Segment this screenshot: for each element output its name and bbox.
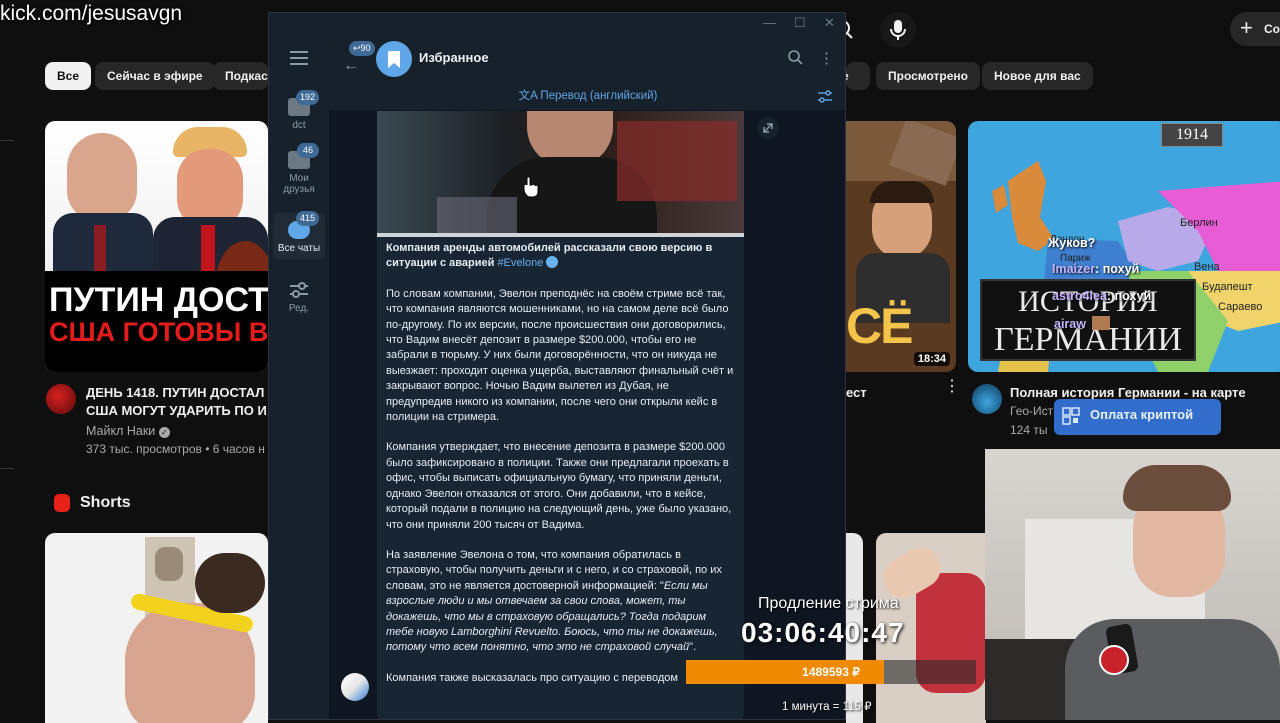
donate-label: Оплата криптой [1090,407,1194,422]
stream-chat-message: Imaizer: похуй [1052,262,1140,276]
qr-icon [1062,407,1080,425]
message-video[interactable] [377,111,744,237]
map-label: Вена [1194,261,1220,273]
video-meta: 124 ты [1010,423,1048,437]
microphone-icon [890,20,906,40]
chip-watched[interactable]: Просмотрено [876,62,981,90]
expand-icon[interactable] [757,117,779,139]
video-thumbnail-1[interactable]: ПУТИН ДОСТ США ГОТОВЫ В [45,121,268,372]
bookmark-icon [388,51,400,68]
translate-bubble-icon[interactable] [546,256,559,269]
channel-avatar[interactable] [46,384,76,414]
crypto-donate-button[interactable]: Оплата криптой [1054,399,1221,435]
channel-name[interactable]: Гео-Ист [1010,404,1053,418]
thumbnail-text: СЁ [846,298,914,354]
translate-settings-icon[interactable] [817,89,833,105]
plus-icon: + [1240,15,1253,40]
video-thumbnail-3[interactable]: 1914 Лондон Париж Берлин Вена Будапешт С… [968,121,1280,372]
sidebar-divider [0,140,14,141]
map-label: Берлин [1180,217,1218,229]
message-bubble[interactable]: Компания аренды автомобилей рассказали с… [377,111,744,719]
video-title[interactable]: ест [846,384,867,401]
shorts-thumbnail-1[interactable] [45,533,268,723]
sidebar-divider [0,468,14,469]
folder-edit[interactable]: Ред. [273,281,325,314]
chip-podcasts[interactable]: Подкасты [213,62,268,90]
close-button[interactable]: ✕ [824,15,835,31]
app-logo-icon[interactable] [341,673,369,701]
donation-progress-bar: 1489593 ₽ [686,660,976,684]
folder-label: Ред. [288,303,310,314]
hand-cursor-icon [523,176,539,198]
stream-chat-message: Жуков? [1048,236,1096,250]
video-meta: 373 тыс. просмотров • 6 часов н [86,442,265,456]
stream-timer: 03:06:40:47 [741,617,905,648]
chip-live[interactable]: Сейчас в эфире [95,62,215,90]
map-label: Сараево [1218,301,1263,313]
unread-badge: 415 [295,211,319,226]
message-paragraph: Компания также высказалась про ситуацию … [386,671,678,684]
unread-badge: 192 [295,90,319,105]
shorts-icon [54,494,70,512]
folder-label: Все чаты [277,243,321,254]
more-options-icon[interactable]: ⋮ [819,49,834,67]
create-button[interactable]: + Со [1230,12,1280,46]
chat-header: ← ↩90 Избранное ⋮ 文A Перевод (английский… [329,37,845,111]
chip-all[interactable]: Все [45,62,92,90]
donation-rate: 1 минута = 115 ₽ [782,701,872,713]
saved-messages-avatar[interactable] [376,41,412,77]
menu-icon[interactable] [290,51,308,65]
video-thumbnail-2[interactable]: СЁ 18:34 [846,121,956,372]
message-paragraph: По словам компании, Эвелон преподнёс на … [386,287,734,424]
channel-avatar[interactable] [972,384,1002,414]
video-title-line[interactable]: США МОГУТ УДАРИТЬ ПО И [86,402,268,419]
unread-badge: 46 [297,143,319,158]
voice-search-button[interactable] [880,12,916,48]
translate-label: Перевод (английский) [540,90,658,102]
chip-hidden[interactable]: е [846,62,870,90]
verified-icon: ✓ [158,427,170,438]
chat-title: Избранное [419,50,489,65]
folder-friends[interactable]: 46 Мои друзья [273,143,325,195]
message-paragraph: Компания утверждает, что внесение депози… [386,441,732,531]
stream-url: kick.com/jesusavgn [0,2,183,25]
maximize-button[interactable]: ☐ [794,15,806,31]
video-duration: 18:34 [913,352,950,366]
folder-label: dct [292,120,306,131]
thumbnail-headline: ПУТИН ДОСТ [49,281,268,319]
message-text: Компания аренды автомобилей рассказали с… [386,241,736,701]
translate-icon: 文A [518,90,538,102]
folder-label: Мои друзья [283,173,315,195]
window-titlebar: — ☐ ✕ [269,13,845,37]
donation-amount: 1489593 ₽ [802,665,860,679]
year-badge: 1914 [1161,123,1223,147]
more-options-icon[interactable]: ⋮ [944,379,960,395]
thumbnail-subheadline: США ГОТОВЫ В [49,317,268,347]
streamer-webcam [985,449,1280,720]
telegram-window: — ☐ ✕ 192 dct 46 Мои друзья 415 Все чаты [268,12,846,720]
message-paragraph: На заявление Эвелона о том, что компания… [386,548,722,654]
timer-label: Продление стрима [758,595,899,612]
translate-bar[interactable]: 文A Перевод (английский) [329,87,845,109]
back-button[interactable]: ← [343,57,359,75]
stream-chat-message: airaw [1054,316,1110,331]
folder-all-chats[interactable]: 415 Все чаты [273,211,325,259]
back-badge: ↩90 [349,41,375,56]
stream-chat-message: astro4lea: похуй [1052,289,1152,303]
search-icon[interactable] [787,49,805,67]
hashtag-link[interactable]: #Evelone [497,257,543,269]
video-title-line[interactable]: ДЕНЬ 1418. ПУТИН ДОСТАЛ [86,384,268,401]
chip-new-for-you[interactable]: Новое для вас [982,62,1093,90]
channel-name[interactable]: Майкл Наки ✓ [86,424,170,438]
create-label: Со [1264,22,1280,36]
folder-dct[interactable]: 192 dct [273,90,325,131]
sliders-icon [290,282,308,298]
minimize-button[interactable]: — [763,15,776,30]
folders-sidebar: 192 dct 46 Мои друзья 415 Все чаты Ред. [269,37,329,719]
map-label: Будапешт [1202,281,1253,293]
shorts-label: Shorts [80,494,131,511]
emote-icon [1091,316,1110,330]
